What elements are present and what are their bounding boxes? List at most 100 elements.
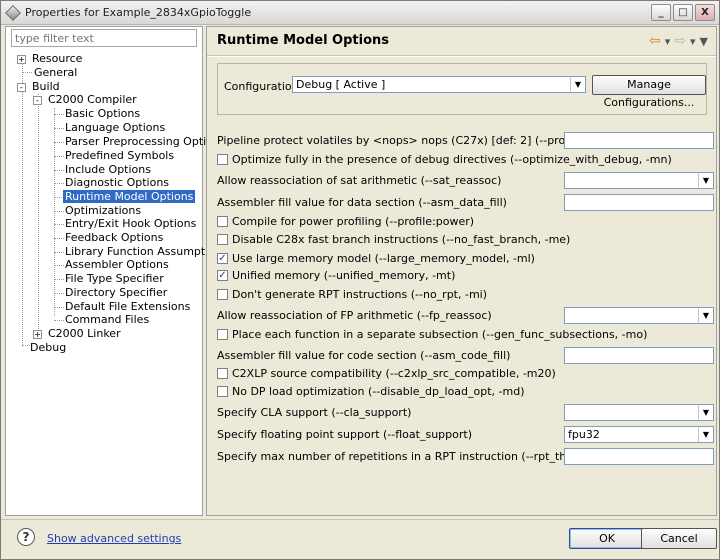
filter-input[interactable] [11,29,197,47]
properties-dialog: Properties for Example_2834xGpioToggle _… [0,0,720,560]
cancel-button[interactable]: Cancel [641,528,717,549]
disable-dp-load-checkbox[interactable] [217,385,228,397]
asm-data-fill-input[interactable] [564,194,714,211]
help-icon[interactable]: ? [17,528,35,546]
tree-item-basic-options[interactable]: Basic Options [63,107,142,121]
tree-item-label: Entry/Exit Hook Options [65,217,197,230]
cla-support-select[interactable]: ▼ [564,404,714,421]
asm-data-fill-label: Assembler fill value for data section (-… [217,196,507,209]
back-arrow-icon[interactable]: ⇦ [649,33,661,49]
asm-code-fill-input[interactable] [564,347,714,364]
tree-item-label: Feedback Options [65,231,164,244]
tree-item-feedback-options[interactable]: Feedback Options [63,231,165,245]
tree-item-label: Directory Specifier [65,286,168,299]
no-fast-branch-option[interactable]: Disable C28x fast branch instructions (-… [217,233,570,246]
tree-item-library-function[interactable]: Library Function Assumptions [63,245,230,259]
collapse-icon[interactable]: - [17,82,26,92]
tree-item-label: Basic Options [65,107,141,120]
app-icon [5,4,21,21]
tree-item-predefined-symbols[interactable]: Predefined Symbols [63,149,176,163]
dropdown-arrow-icon[interactable]: ▼ [698,173,713,188]
large-memory-checkbox[interactable]: ✓ [217,252,228,264]
footer-divider [1,519,719,520]
configuration-value: Debug [ Active ] [296,78,386,91]
dropdown-arrow-icon[interactable]: ▼ [698,308,713,323]
tree-item-label: C2000 Compiler [48,93,137,106]
dropdown-arrow-icon[interactable]: ▼ [698,427,713,442]
option-label: Unified memory (--unified_memory, -mt) [232,269,456,282]
tree-item-label: Runtime Model Options [63,190,196,203]
fp-reassoc-label: Allow reassociation of FP arithmetic (--… [217,309,492,322]
tree-item-resource[interactable]: + Resource [17,52,84,66]
view-menu-icon[interactable]: ▼ [700,35,708,48]
gen-func-subsections-option[interactable]: Place each function in a separate subsec… [217,328,647,341]
unified-memory-checkbox[interactable]: ✓ [217,269,228,281]
cla-support-label: Specify CLA support (--cla_support) [217,406,412,419]
tree-item-label: Debug [30,341,67,354]
c2xlp-src-option[interactable]: C2XLP source compatibility (--c2xlp_src_… [217,367,556,380]
ok-button[interactable]: OK [569,528,645,549]
tree-item-entry-exit-hook[interactable]: Entry/Exit Hook Options [63,217,198,231]
show-advanced-settings-link[interactable]: Show advanced settings [47,532,181,545]
tree-item-debug[interactable]: Debug [28,341,68,355]
tree-item-include-options[interactable]: Include Options [63,163,153,177]
configuration-group: Configuration: Debug [ Active ] ▼ Manage… [217,63,707,115]
tree-item-assembler-options[interactable]: Assembler Options [63,258,171,272]
tree-connector [54,108,55,316]
rpt-threshold-input[interactable] [564,448,714,465]
forward-arrow-icon[interactable]: ⇨ [674,33,686,49]
tree-item-general[interactable]: General [32,66,79,80]
tree-item-diagnostic-options[interactable]: Diagnostic Options [63,176,171,190]
tree-item-label: Command Files [65,313,150,326]
large-memory-option[interactable]: ✓ Use large memory model (--large_memory_… [217,252,535,265]
option-label: Compile for power profiling (--profile:p… [232,215,475,228]
tree-item-label: Library Function Assumptions [65,245,228,258]
pipeline-protect-input[interactable] [564,132,714,149]
profile-power-option[interactable]: Compile for power profiling (--profile:p… [217,215,474,228]
collapse-icon[interactable]: - [33,95,42,105]
float-support-select[interactable]: fpu32 ▼ [564,426,714,443]
tree-item-directory-specifier[interactable]: Directory Specifier [63,286,169,300]
expand-icon[interactable]: + [33,329,42,339]
disable-dp-load-option[interactable]: No DP load optimization (--disable_dp_lo… [217,385,525,398]
back-menu-icon[interactable]: ▾ [665,35,671,48]
no-fast-branch-checkbox[interactable] [217,233,228,245]
tree-item-label: Default File Extensions [65,300,191,313]
forward-menu-icon[interactable]: ▾ [690,35,696,48]
tree-item-language-options[interactable]: Language Options [63,121,167,135]
unified-memory-option[interactable]: ✓ Unified memory (--unified_memory, -mt) [217,269,455,282]
sat-reassoc-select[interactable]: ▼ [564,172,714,189]
tree-item-optimizations[interactable]: Optimizations [63,204,143,218]
fp-reassoc-select[interactable]: ▼ [564,307,714,324]
manage-configurations-button[interactable]: Manage Configurations... [592,75,706,109]
select-value: fpu32 [568,428,600,441]
tree-item-build[interactable]: - Build [17,80,62,94]
dropdown-arrow-icon[interactable]: ▼ [698,405,713,420]
tree-item-command-files[interactable]: Command Files [63,313,151,327]
tree-item-label: C2000 Linker [48,327,121,340]
maximize-button[interactable]: □ [673,4,693,21]
tree-connector [38,94,39,331]
page-title: Runtime Model Options [217,33,390,48]
tree-item-c2000-compiler[interactable]: - C2000 Compiler [33,93,139,107]
settings-pane: Runtime Model Options ⇦ ▾ ⇨ ▾ ▼ Configur… [206,26,717,516]
close-button[interactable]: X [695,4,715,21]
tree-item-file-type-specifier[interactable]: File Type Specifier [63,272,166,286]
minimize-button[interactable]: _ [651,4,671,21]
tree-item-c2000-linker[interactable]: + C2000 Linker [33,327,123,341]
no-rpt-checkbox[interactable] [217,288,228,300]
option-label: Place each function in a separate subsec… [232,328,648,341]
configuration-select[interactable]: Debug [ Active ] ▼ [292,76,586,93]
optimize-debug-option[interactable]: Optimize fully in the presence of debug … [217,153,672,166]
tree-item-parser-preprocessing[interactable]: Parser Preprocessing Options [63,135,228,149]
tree-item-runtime-model-options[interactable]: Runtime Model Options [63,190,196,204]
header-divider [207,55,716,57]
no-rpt-option[interactable]: Don't generate RPT instructions (--no_rp… [217,288,487,301]
expand-icon[interactable]: + [17,54,26,64]
dropdown-arrow-icon[interactable]: ▼ [570,77,585,92]
c2xlp-src-checkbox[interactable] [217,367,228,379]
tree-item-default-file-extensions[interactable]: Default File Extensions [63,300,192,314]
optimize-debug-checkbox[interactable] [217,153,228,165]
gen-func-subsections-checkbox[interactable] [217,328,228,340]
profile-power-checkbox[interactable] [217,215,228,227]
